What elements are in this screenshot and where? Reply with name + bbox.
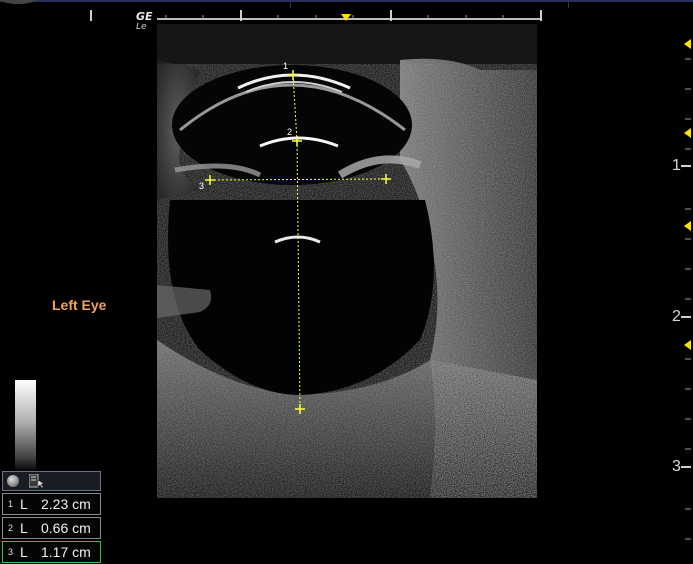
focus-zone-marker-icon: [684, 39, 691, 49]
depth-label-3: 3: [672, 458, 681, 475]
focus-zone-marker-icon: [684, 128, 691, 138]
measurement-panel-header: [2, 471, 101, 491]
ultrasound-scan-image: 1 2 3: [0, 0, 693, 564]
depth-scale-ruler: [681, 39, 691, 540]
gray-scale-bar: [15, 380, 36, 472]
focus-zone-marker-icon: [684, 340, 691, 350]
measurement-results-panel: 1 L 2.23 cm 2 L 0.66 cm 3 L 1.17 cm: [2, 471, 101, 563]
measurement-value: 0.66 cm: [41, 520, 91, 536]
focus-zone-marker-icon: [684, 221, 691, 231]
measurement-type: L: [20, 520, 28, 536]
caliper-tool-icon[interactable]: [29, 474, 45, 488]
measurement-row-3[interactable]: 3 L 1.17 cm: [2, 541, 101, 563]
measurement-row-1[interactable]: 1 L 2.23 cm: [2, 493, 101, 515]
measurement-value: 2.23 cm: [41, 496, 91, 512]
measurement-index: 2: [8, 523, 14, 533]
caliper-label-3: 3: [199, 181, 204, 191]
depth-label-2: 2: [672, 308, 681, 325]
measurement-type: L: [20, 544, 28, 560]
measurement-type: L: [20, 496, 28, 512]
caliper-label-2: 2: [287, 127, 292, 137]
depth-label-1: 1: [672, 157, 681, 174]
caliper-label-1: 1: [283, 61, 288, 71]
lateral-scale-ruler: [0, 0, 693, 24]
ge-logo: GE Le: [136, 10, 153, 32]
ultrasound-viewer: 1 2 3 GE Le 1 2 3 Left Eye 1 L 2.23 cm 2…: [0, 0, 693, 564]
annotation-label: Left Eye: [52, 297, 107, 313]
measurement-index: 3: [8, 547, 14, 557]
gray-map-icon[interactable]: [7, 475, 19, 487]
measurement-value: 1.17 cm: [41, 544, 91, 560]
measurement-row-2[interactable]: 2 L 0.66 cm: [2, 517, 101, 539]
measurement-index: 1: [8, 499, 14, 509]
